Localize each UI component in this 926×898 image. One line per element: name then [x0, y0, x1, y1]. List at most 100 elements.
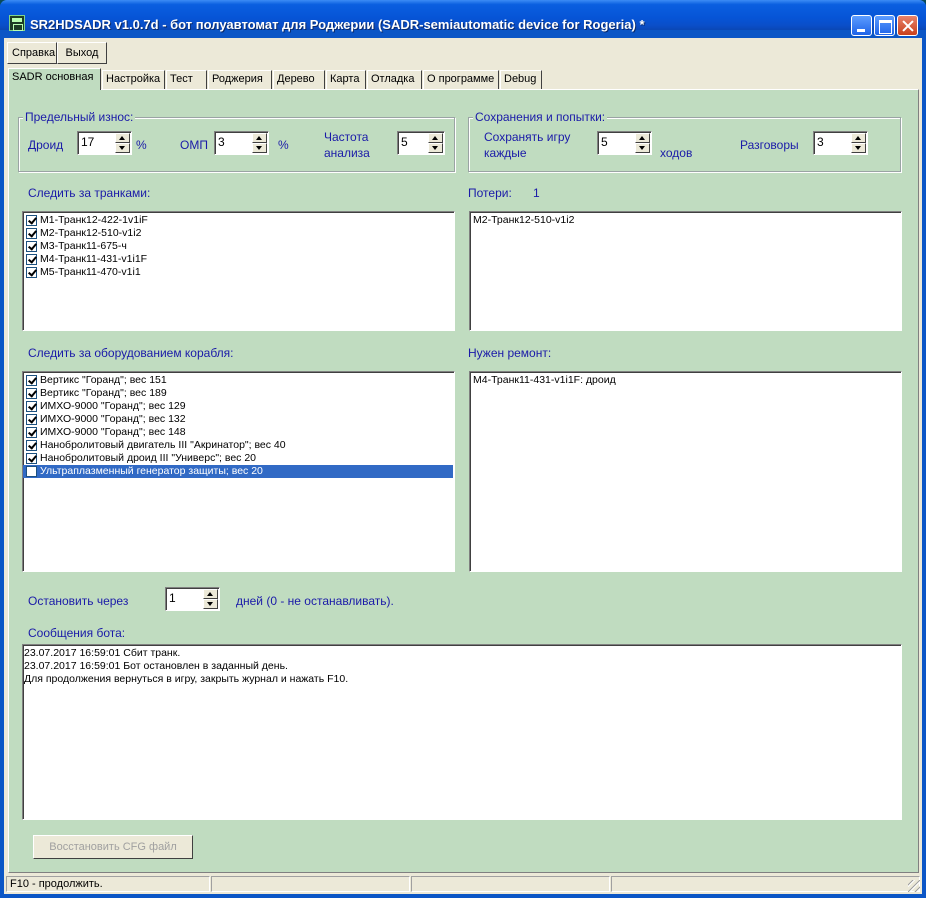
- checkbox[interactable]: [26, 228, 37, 239]
- list-item[interactable]: Нанобролитовый дроид III "Универс"; вес …: [23, 452, 454, 465]
- wear-group-title: Предельный износ:: [23, 110, 136, 124]
- analysis-frequency-value[interactable]: 5: [401, 135, 408, 149]
- losses-list[interactable]: M2-Транк12-510-v1i2: [469, 211, 902, 331]
- list-item[interactable]: M3-Транк11-675-ч: [23, 240, 454, 253]
- list-item[interactable]: M1-Транк12-422-1v1iF: [23, 214, 454, 227]
- omp-wear-value[interactable]: 3: [218, 135, 225, 149]
- equipment-label: Следить за оборудованием корабля:: [28, 346, 234, 360]
- checkbox[interactable]: [26, 267, 37, 278]
- minimize-button[interactable]: [851, 15, 872, 36]
- status-text: F10 - продолжить.: [6, 876, 210, 892]
- tab-tree[interactable]: Дерево: [273, 70, 325, 89]
- omp-wear-spinbox[interactable]: 3: [214, 131, 269, 155]
- tab-rogeria[interactable]: Роджерия: [208, 70, 272, 89]
- tab-map[interactable]: Карта: [326, 70, 366, 89]
- tranks-label: Следить за транками:: [28, 186, 151, 200]
- losses-label: Потери:: [468, 186, 512, 200]
- repair-list[interactable]: M4-Транк11-431-v1i1F: дроид: [469, 371, 902, 572]
- app-icon[interactable]: [9, 15, 25, 31]
- checkbox[interactable]: [26, 401, 37, 412]
- restore-cfg-button[interactable]: Восстановить CFG файл: [33, 835, 193, 859]
- droid-wear-spinbox[interactable]: 17: [77, 131, 132, 155]
- tab-debug[interactable]: Debug: [500, 70, 542, 89]
- exit-menu-button[interactable]: Выход: [57, 42, 107, 64]
- list-item[interactable]: M4-Транк11-431-v1i1F: дроид: [470, 374, 901, 387]
- spin-down-arrow-icon[interactable]: [115, 143, 130, 153]
- checkbox[interactable]: [26, 375, 37, 386]
- talks-spinbox[interactable]: 3: [813, 131, 868, 155]
- omp-label: ОМП: [180, 138, 208, 152]
- resize-grip-icon[interactable]: [908, 880, 920, 892]
- tab-debugging[interactable]: Отладка: [367, 70, 422, 89]
- list-item[interactable]: M4-Транк11-431-v1i1F: [23, 253, 454, 266]
- stop-days-spinbox[interactable]: 1: [165, 587, 220, 611]
- main-tab-panel: Предельный износ: Дроид 17 % ОМП 3 % Час…: [8, 89, 919, 873]
- droid-wear-value[interactable]: 17: [81, 135, 94, 149]
- save-every-value[interactable]: 5: [601, 135, 608, 149]
- checkbox[interactable]: [26, 241, 37, 252]
- analysis-frequency-spinbox[interactable]: 5: [397, 131, 445, 155]
- save-every-spinbox[interactable]: 5: [597, 131, 652, 155]
- spin-up-arrow-icon[interactable]: [635, 133, 650, 143]
- spin-up-arrow-icon[interactable]: [851, 133, 866, 143]
- talks-value[interactable]: 3: [817, 135, 824, 149]
- checkbox[interactable]: [26, 453, 37, 464]
- spin-down-arrow-icon[interactable]: [428, 143, 443, 153]
- spin-down-arrow-icon[interactable]: [851, 143, 866, 153]
- client-area: Справка Выход SADR основная Настройка Те…: [4, 38, 922, 894]
- checkbox[interactable]: [26, 215, 37, 226]
- list-item[interactable]: ИМХО-9000 "Горанд"; вес 148: [23, 426, 454, 439]
- stop-days-value[interactable]: 1: [169, 591, 176, 605]
- stop-label: Остановить через: [28, 594, 129, 608]
- save-unit: ходов: [660, 146, 693, 160]
- spin-up-arrow-icon[interactable]: [428, 133, 443, 143]
- maximize-button[interactable]: [874, 15, 895, 36]
- spin-up-arrow-icon[interactable]: [252, 133, 267, 143]
- list-item[interactable]: M2-Транк12-510-v1i2: [470, 214, 901, 227]
- status-pane-4: [611, 876, 920, 892]
- spin-down-arrow-icon[interactable]: [635, 143, 650, 153]
- status-pane-3: [411, 876, 610, 892]
- tranks-checklist[interactable]: M1-Транк12-422-1v1iF M2-Транк12-510-v1i2…: [22, 211, 455, 331]
- log-line: Для продолжения вернуться в игру, закрыт…: [24, 673, 349, 685]
- list-item[interactable]: Вертикс "Горанд"; вес 189: [23, 387, 454, 400]
- spin-down-arrow-icon[interactable]: [252, 143, 267, 153]
- checkbox[interactable]: [26, 427, 37, 438]
- log-line: 23.07.2017 16:59:01 Сбит транк.: [24, 647, 181, 659]
- close-button[interactable]: [897, 15, 918, 36]
- checkbox[interactable]: [26, 466, 37, 477]
- stop-suffix: дней (0 - не останавливать).: [236, 594, 394, 608]
- bot-messages-log[interactable]: 23.07.2017 16:59:01 Сбит транк. 23.07.20…: [22, 644, 902, 820]
- spin-up-arrow-icon[interactable]: [115, 133, 130, 143]
- tab-test[interactable]: Тест: [166, 70, 207, 89]
- omp-unit: %: [278, 138, 289, 152]
- spin-up-arrow-icon[interactable]: [203, 589, 218, 599]
- list-item-selected[interactable]: Ультраплазменный генератор защиты; вес 2…: [23, 465, 453, 478]
- list-item[interactable]: M5-Транк11-470-v1i1: [23, 266, 454, 279]
- freq-label-line2: анализа: [324, 146, 370, 160]
- spin-down-arrow-icon[interactable]: [203, 599, 218, 609]
- list-item[interactable]: Вертикс "Горанд"; вес 151: [23, 374, 454, 387]
- list-item[interactable]: Нанобролитовый двигатель III "Акринатор"…: [23, 439, 454, 452]
- checkbox[interactable]: [26, 414, 37, 425]
- list-item[interactable]: M2-Транк12-510-v1i2: [23, 227, 454, 240]
- freq-label-line1: Частота: [324, 130, 369, 144]
- app-window: SR2HDSADR v1.0.7d - бот полуавтомат для …: [0, 0, 926, 898]
- title-bar[interactable]: SR2HDSADR v1.0.7d - бот полуавтомат для …: [0, 0, 926, 36]
- equipment-checklist[interactable]: Вертикс "Горанд"; вес 151 Вертикс "Горан…: [22, 371, 455, 572]
- status-pane-2: [211, 876, 410, 892]
- list-item[interactable]: ИМХО-9000 "Горанд"; вес 129: [23, 400, 454, 413]
- tab-settings[interactable]: Настройка: [102, 70, 165, 89]
- checkbox[interactable]: [26, 388, 37, 399]
- tab-sadr-main[interactable]: SADR основная: [8, 68, 101, 90]
- help-menu-button[interactable]: Справка: [7, 42, 57, 64]
- checkbox[interactable]: [26, 254, 37, 265]
- tab-about[interactable]: О программе: [423, 70, 499, 89]
- log-label: Сообщения бота:: [28, 626, 126, 640]
- saves-group-title: Сохранения и попытки:: [473, 110, 608, 124]
- status-bar: F10 - продолжить.: [4, 874, 922, 894]
- window-title: SR2HDSADR v1.0.7d - бот полуавтомат для …: [30, 17, 645, 32]
- list-item[interactable]: ИМХО-9000 "Горанд"; вес 132: [23, 413, 454, 426]
- checkbox[interactable]: [26, 440, 37, 451]
- talks-label: Разговоры: [740, 138, 799, 152]
